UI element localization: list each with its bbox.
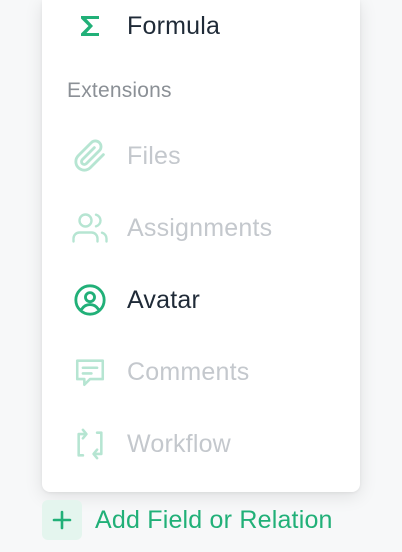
repeat-icon xyxy=(72,426,108,462)
menu-item-label: Comments xyxy=(127,357,250,386)
paperclip-icon xyxy=(72,138,108,174)
add-field-label: Add Field or Relation xyxy=(95,505,333,534)
menu-item-assignments[interactable]: Assignments xyxy=(42,202,360,254)
menu-item-workflow[interactable]: Workflow xyxy=(42,418,360,470)
menu-item-label: Assignments xyxy=(127,213,273,242)
menu-item-label: Formula xyxy=(127,11,221,40)
menu-item-files[interactable]: Files xyxy=(42,130,360,182)
sigma-icon xyxy=(72,8,108,44)
menu-item-avatar[interactable]: Avatar xyxy=(42,274,360,326)
menu-item-label: Files xyxy=(127,141,181,170)
menu-item-label: Avatar xyxy=(127,285,201,314)
user-circle-icon xyxy=(72,282,108,318)
section-title-extensions: Extensions xyxy=(67,79,172,102)
add-field-button[interactable]: Add Field or Relation xyxy=(42,500,333,540)
menu-item-formula[interactable]: Formula xyxy=(42,0,360,52)
field-type-dropdown: Formula Extensions Files Assignments Ava… xyxy=(42,0,360,492)
message-icon xyxy=(72,354,108,390)
menu-item-comments[interactable]: Comments xyxy=(42,346,360,398)
users-icon xyxy=(72,210,108,246)
menu-item-label: Workflow xyxy=(127,429,231,458)
plus-icon xyxy=(42,500,82,540)
